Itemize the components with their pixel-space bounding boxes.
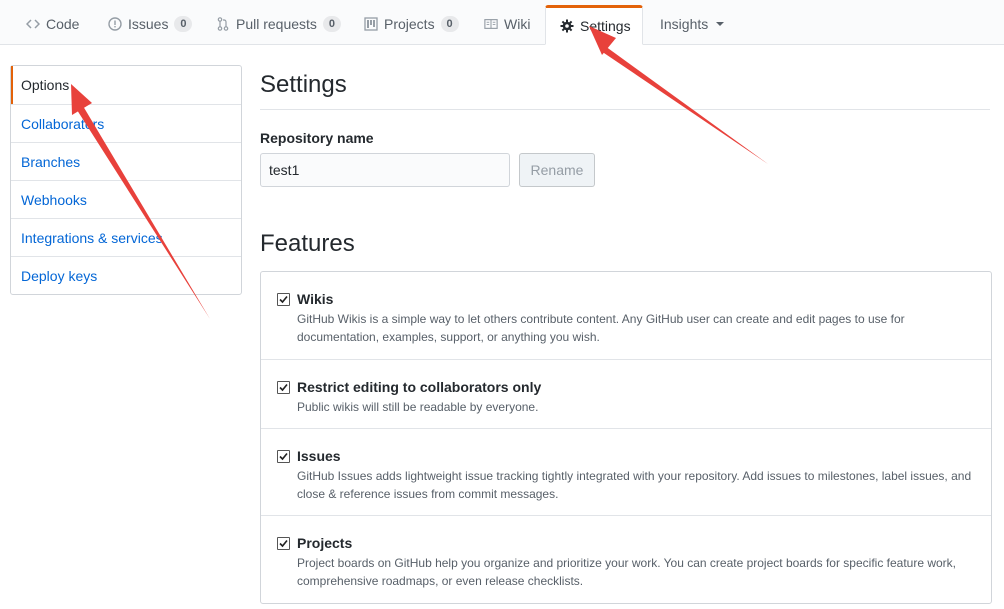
menu-item-options[interactable]: Options bbox=[11, 66, 241, 104]
tab-insights-label: Insights bbox=[660, 16, 709, 32]
project-icon bbox=[364, 17, 378, 31]
menu-item-branches[interactable]: Branches bbox=[11, 142, 241, 180]
issues-counter: 0 bbox=[174, 16, 193, 32]
pull-requests-counter: 0 bbox=[322, 16, 341, 32]
chevron-down-icon bbox=[716, 22, 725, 26]
projects-counter: 0 bbox=[440, 16, 459, 32]
tab-settings-label: Settings bbox=[580, 18, 631, 34]
tab-wiki[interactable]: Wiki bbox=[470, 4, 544, 44]
pull-request-icon bbox=[216, 17, 230, 31]
rename-button[interactable]: Rename bbox=[519, 153, 595, 187]
page-title: Settings bbox=[260, 65, 990, 110]
tab-code[interactable]: Code bbox=[12, 4, 93, 44]
tab-issues[interactable]: Issues 0 bbox=[94, 4, 206, 44]
tab-wiki-label: Wiki bbox=[504, 16, 531, 32]
tab-pull-requests[interactable]: Pull requests 0 bbox=[202, 4, 355, 44]
menu-item-integrations[interactable]: Integrations & services bbox=[11, 218, 241, 256]
settings-main: Settings Repository name Rename Features… bbox=[260, 65, 992, 604]
settings-menu: Options Collaborators Branches Webhooks … bbox=[10, 65, 242, 295]
feature-title: Issues bbox=[297, 448, 341, 464]
repo-nav-tabs: Code Issues 0 Pull requests 0 Projects 0… bbox=[0, 0, 1004, 45]
projects-checkbox[interactable] bbox=[277, 537, 290, 550]
menu-item-collaborators[interactable]: Collaborators bbox=[11, 104, 241, 142]
wikis-checkbox[interactable] bbox=[277, 293, 290, 306]
features-heading: Features bbox=[260, 230, 355, 257]
book-icon bbox=[484, 17, 498, 31]
gear-icon bbox=[560, 19, 574, 33]
tab-code-label: Code bbox=[46, 16, 80, 32]
code-icon bbox=[26, 17, 40, 31]
repository-name-input[interactable] bbox=[260, 153, 510, 187]
issues-checkbox[interactable] bbox=[277, 450, 290, 463]
tab-projects[interactable]: Projects 0 bbox=[350, 4, 473, 44]
feature-description: GitHub Wikis is a simple way to let othe… bbox=[297, 312, 905, 344]
repository-name-label: Repository name bbox=[260, 130, 374, 146]
menu-item-webhooks[interactable]: Webhooks bbox=[11, 180, 241, 218]
tab-insights[interactable]: Insights bbox=[646, 4, 738, 44]
tab-pull-requests-label: Pull requests bbox=[236, 16, 317, 32]
restrict-editing-checkbox[interactable] bbox=[277, 381, 290, 394]
feature-description: GitHub Issues adds lightweight issue tra… bbox=[297, 469, 972, 501]
issue-icon bbox=[108, 17, 122, 31]
feature-title: Wikis bbox=[297, 291, 334, 307]
feature-title: Restrict editing to collaborators only bbox=[297, 379, 542, 395]
feature-wikis: Wikis GitHub Wikis is a simple way to le… bbox=[261, 272, 991, 359]
tab-settings[interactable]: Settings bbox=[545, 5, 643, 45]
features-list: Wikis GitHub Wikis is a simple way to le… bbox=[260, 271, 992, 604]
feature-restrict-editing: Restrict editing to collaborators only P… bbox=[261, 359, 991, 428]
feature-description: Public wikis will still be readable by e… bbox=[297, 400, 539, 414]
menu-item-deploy-keys[interactable]: Deploy keys bbox=[11, 256, 241, 294]
feature-projects: Projects Project boards on GitHub help y… bbox=[261, 515, 991, 603]
tab-issues-label: Issues bbox=[128, 16, 169, 32]
feature-title: Projects bbox=[297, 535, 353, 551]
feature-issues: Issues GitHub Issues adds lightweight is… bbox=[261, 428, 991, 515]
feature-description: Project boards on GitHub help you organi… bbox=[297, 556, 957, 588]
tab-projects-label: Projects bbox=[384, 16, 435, 32]
